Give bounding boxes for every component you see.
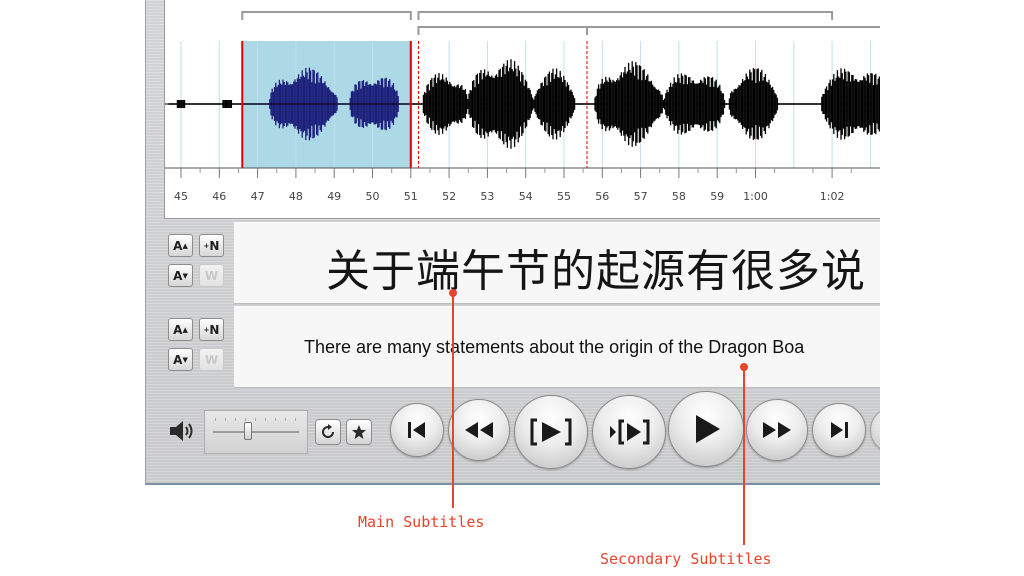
- annotation-overlay: [449, 289, 748, 545]
- secondary-subtitles-label: Secondary Subtitles: [600, 550, 772, 568]
- main-subtitles-label: Main Subtitles: [358, 513, 485, 531]
